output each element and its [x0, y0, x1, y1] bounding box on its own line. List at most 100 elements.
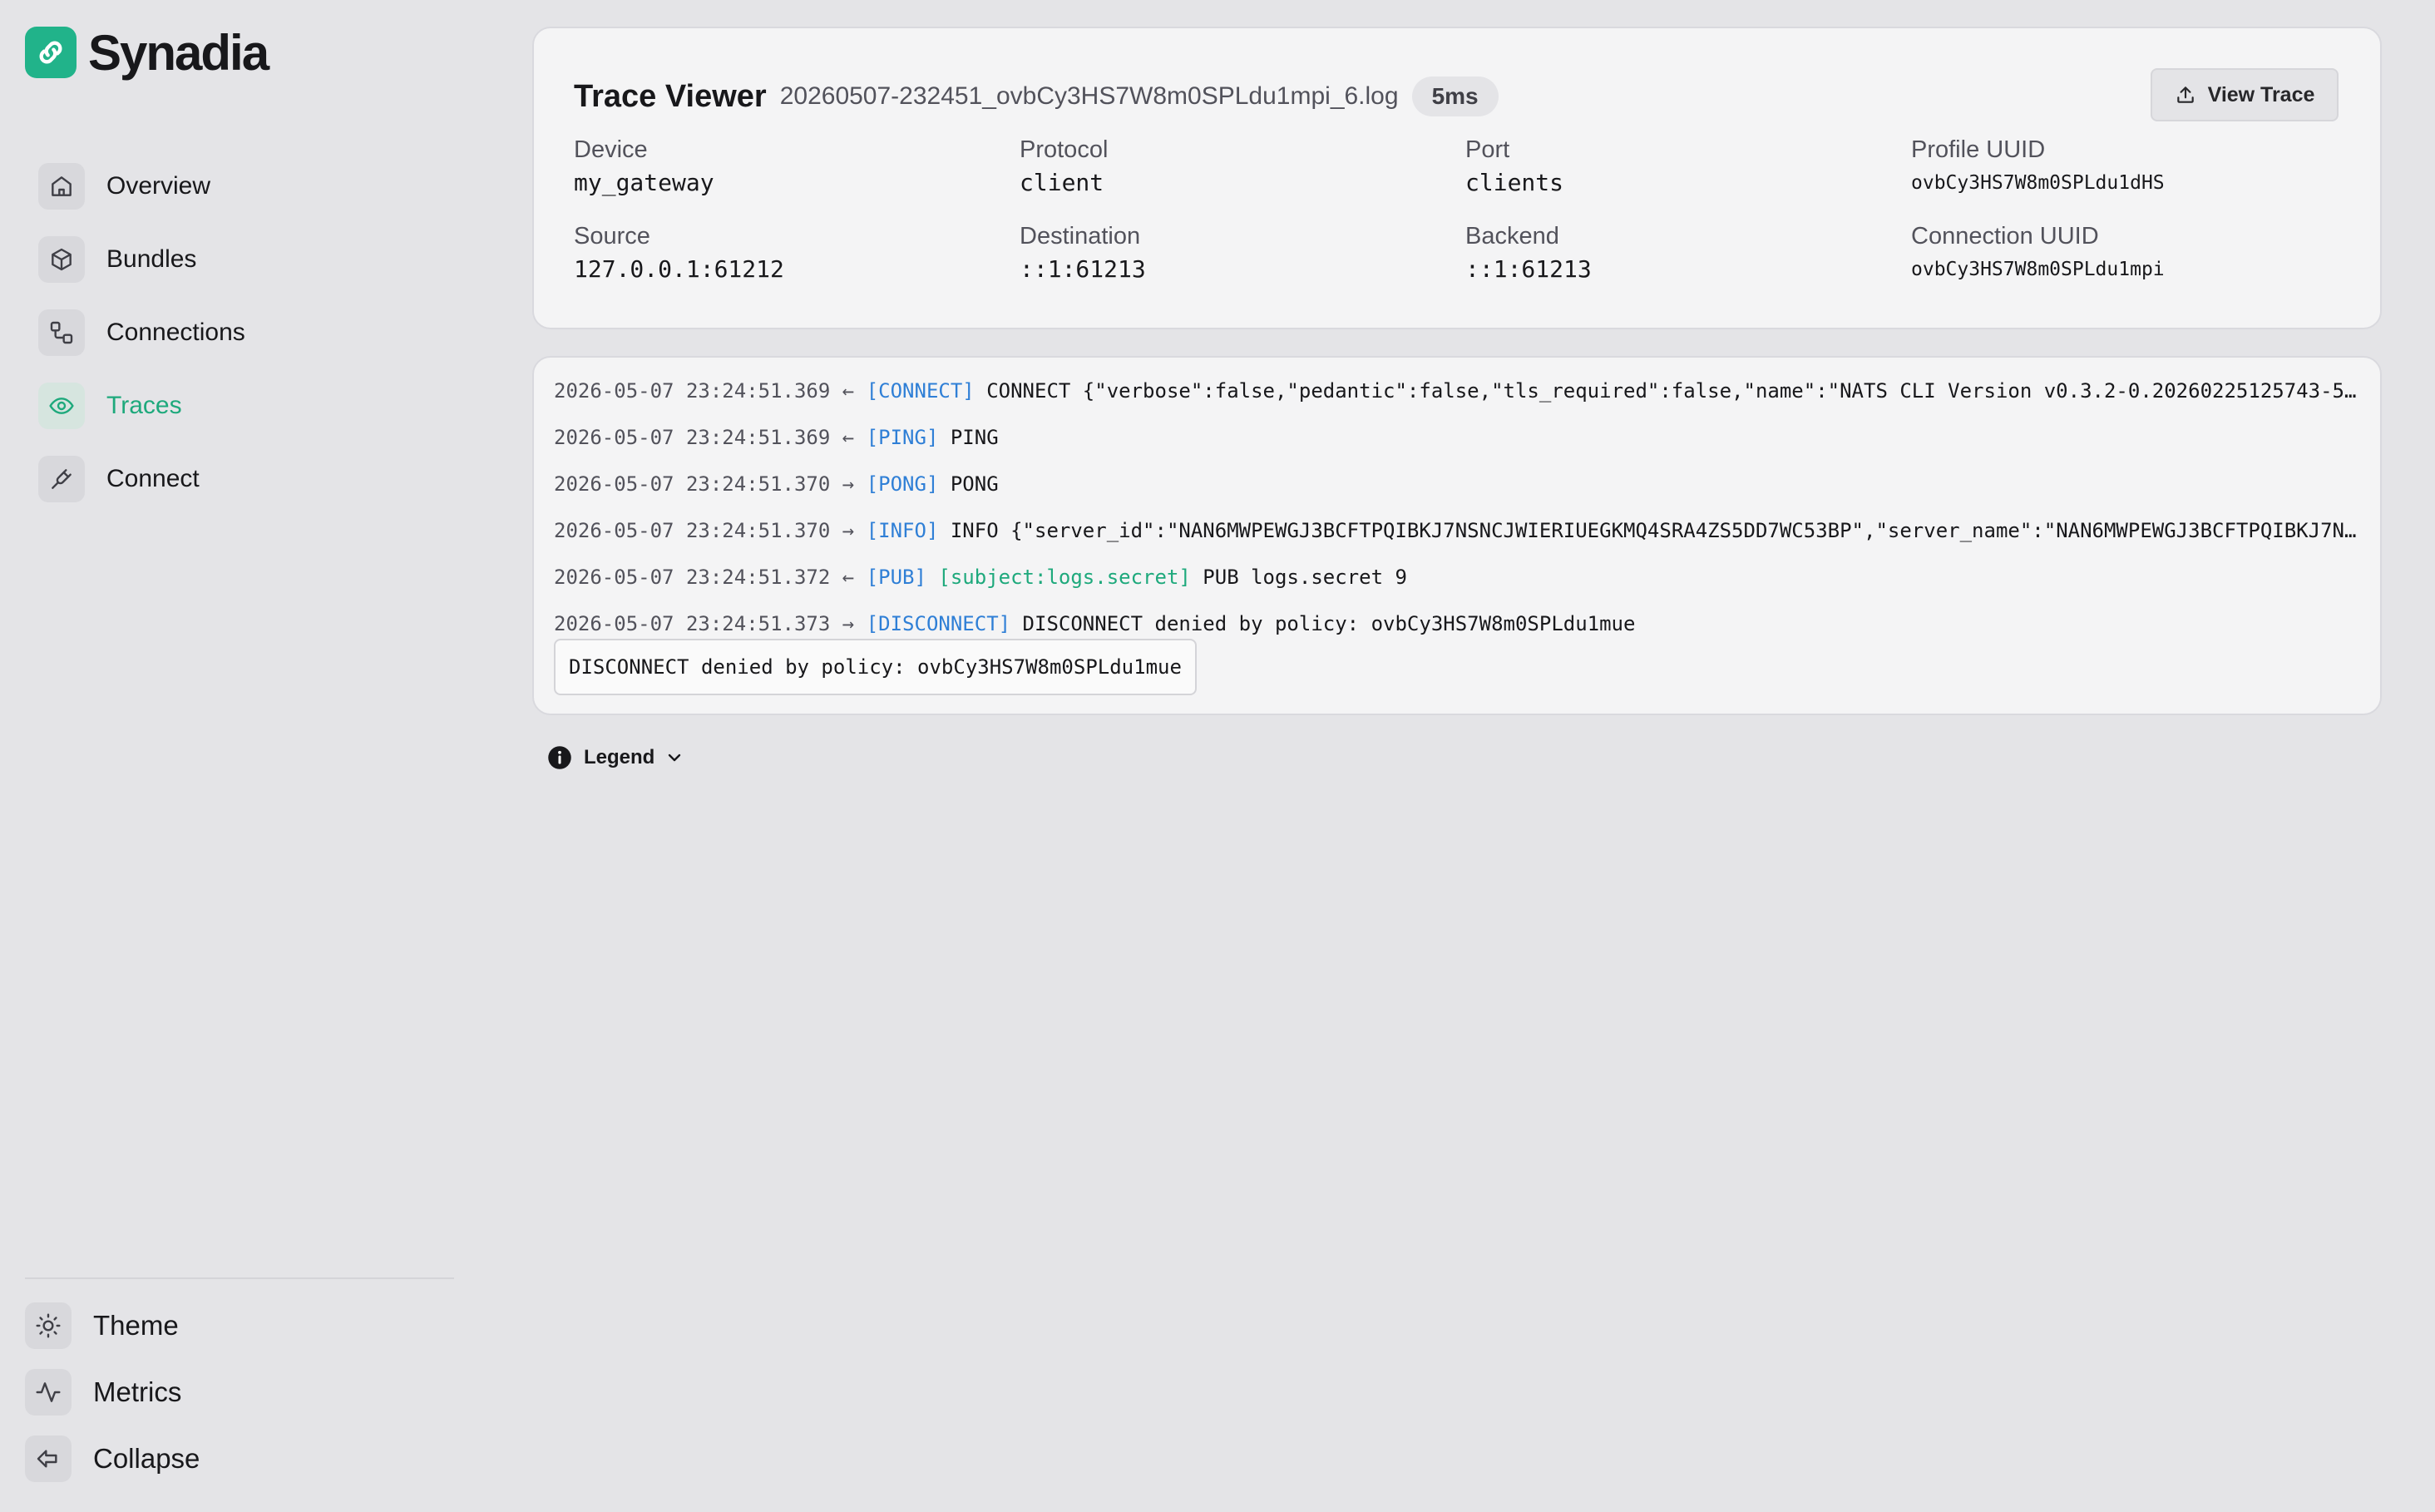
- app-root: Synadia Overview Bundles Connections Tra…: [0, 0, 2435, 1512]
- nav-item-connect[interactable]: Connect: [38, 442, 454, 516]
- meta-value: ovbCy3HS7W8m0SPLdu1dHS: [1911, 172, 2165, 194]
- log-tag: [CONNECT]: [866, 379, 975, 403]
- activity-icon: [25, 1369, 72, 1416]
- meta-value: ovbCy3HS7W8m0SPLdu1mpi: [1911, 259, 2165, 280]
- legend-label: Legend: [584, 746, 655, 768]
- eye-icon: [38, 383, 85, 429]
- connections-icon: [38, 309, 85, 356]
- log-line[interactable]: 2026-05-07 23:24:51.370 → [INFO] INFO {"…: [554, 507, 2362, 554]
- log-tag: [PONG]: [866, 472, 939, 496]
- legend-toggle[interactable]: Legend: [547, 745, 684, 770]
- meta-device: Device my_gateway: [574, 136, 714, 196]
- home-icon: [38, 163, 85, 210]
- trace-file-name: 20260507-232451_ovbCy3HS7W8m0SPLdu1mpi_6…: [779, 82, 1399, 110]
- chevron-down-icon: [669, 754, 681, 762]
- log-timestamp: 2026-05-07 23:24:51.370: [554, 519, 831, 542]
- meta-destination: Destination ::1:61213: [1020, 223, 1146, 283]
- meta-label: Source: [574, 223, 650, 250]
- trace-log-card: 2026-05-07 23:24:51.369 ← [CONNECT] CONN…: [532, 356, 2382, 715]
- meta-label: Connection UUID: [1911, 223, 2099, 250]
- info-icon: [548, 746, 571, 769]
- trace-title-row: Trace Viewer 20260507-232451_ovbCy3HS7W8…: [574, 77, 1499, 116]
- metrics-button[interactable]: Metrics: [25, 1359, 454, 1426]
- meta-profile-uuid: Profile UUID ovbCy3HS7W8m0SPLdu1dHS: [1911, 136, 2165, 194]
- log-timestamp: 2026-05-07 23:24:51.370: [554, 472, 831, 496]
- log-message: PING: [950, 426, 999, 449]
- nav-label: Overview: [106, 172, 211, 200]
- log-line[interactable]: 2026-05-07 23:24:51.370 → [PONG] PONG: [554, 461, 2362, 507]
- direction-icon: →: [842, 472, 855, 496]
- nav-item-overview[interactable]: Overview: [38, 150, 454, 223]
- log-timestamp: 2026-05-07 23:24:51.373: [554, 612, 831, 635]
- meta-backend: Backend ::1:61213: [1465, 223, 1592, 283]
- package-icon: [38, 236, 85, 283]
- log-tag: [INFO]: [866, 519, 939, 542]
- view-trace-button[interactable]: View Trace: [2151, 68, 2339, 121]
- meta-label: Backend: [1465, 223, 1559, 250]
- meta-label: Destination: [1020, 223, 1141, 250]
- nav-label: Traces: [106, 392, 182, 419]
- theme-label: Theme: [93, 1310, 179, 1341]
- meta-value: clients: [1465, 169, 1564, 196]
- collapse-icon: [25, 1435, 72, 1482]
- meta-value: client: [1020, 169, 1104, 196]
- collapse-label: Collapse: [93, 1443, 200, 1474]
- nav-label: Connections: [106, 319, 245, 346]
- sidebar-footer: Theme Metrics Collapse: [25, 1277, 454, 1492]
- log-tag: [PING]: [866, 426, 939, 449]
- log-line[interactable]: 2026-05-07 23:24:51.369 ← [CONNECT] CONN…: [554, 368, 2362, 414]
- brand[interactable]: Synadia: [25, 24, 269, 81]
- log-line[interactable]: 2026-05-07 23:24:51.369 ← [PING] PING: [554, 414, 2362, 461]
- log-message: CONNECT {"verbose":false,"pedantic":fals…: [986, 379, 2357, 403]
- nav-item-traces[interactable]: Traces: [38, 369, 454, 442]
- metrics-label: Metrics: [93, 1376, 182, 1407]
- log-message: DISCONNECT denied by policy: ovbCy3HS7W8…: [1022, 612, 1636, 635]
- direction-icon: →: [842, 519, 855, 542]
- brand-name: Synadia: [88, 24, 269, 81]
- log-message: PONG: [950, 472, 999, 496]
- log-timestamp: 2026-05-07 23:24:51.369: [554, 426, 831, 449]
- meta-source: Source 127.0.0.1:61212: [574, 223, 784, 283]
- upload-icon: [2176, 86, 2194, 103]
- plug-icon: [38, 456, 85, 502]
- log-subject: [subject:logs.secret]: [938, 566, 1191, 589]
- trace-header-card: Trace Viewer 20260507-232451_ovbCy3HS7W8…: [532, 27, 2382, 329]
- nav-label: Bundles: [106, 245, 197, 273]
- meta-label: Port: [1465, 136, 1510, 163]
- log-line[interactable]: 2026-05-07 23:24:51.372 ← [PUB] [subject…: [554, 554, 2362, 600]
- meta-connection-uuid: Connection UUID ovbCy3HS7W8m0SPLdu1mpi: [1911, 223, 2165, 280]
- log-message: INFO {"server_id":"NAN6MWPEWGJ3BCFTPQIBK…: [950, 519, 2357, 542]
- log-timestamp: 2026-05-07 23:24:51.369: [554, 379, 831, 403]
- meta-value: 127.0.0.1:61212: [574, 255, 784, 283]
- synadia-logo-icon: [25, 27, 77, 78]
- meta-value: my_gateway: [574, 169, 714, 196]
- log-timestamp: 2026-05-07 23:24:51.372: [554, 566, 831, 589]
- sidebar: Synadia Overview Bundles Connections Tra…: [0, 0, 482, 1512]
- collapse-button[interactable]: Collapse: [25, 1426, 454, 1492]
- meta-label: Protocol: [1020, 136, 1109, 163]
- nav-item-connections[interactable]: Connections: [38, 296, 454, 369]
- direction-icon: →: [842, 612, 855, 635]
- meta-protocol: Protocol client: [1020, 136, 1108, 196]
- direction-icon: ←: [842, 426, 855, 449]
- nav-label: Connect: [106, 465, 200, 492]
- log-tag: [PUB]: [866, 566, 926, 589]
- direction-icon: ←: [842, 566, 855, 589]
- meta-label: Device: [574, 136, 648, 163]
- meta-value: ::1:61213: [1465, 255, 1592, 283]
- theme-button[interactable]: Theme: [25, 1292, 454, 1359]
- sun-icon: [25, 1302, 72, 1349]
- meta-port: Port clients: [1465, 136, 1563, 196]
- duration-badge: 5ms: [1411, 77, 1499, 116]
- meta-label: Profile UUID: [1911, 136, 2046, 163]
- page-title: Trace Viewer: [574, 78, 767, 114]
- log-message: PUB logs.secret 9: [1203, 566, 1407, 589]
- meta-value: ::1:61213: [1020, 255, 1146, 283]
- main-nav: Overview Bundles Connections Traces Conn…: [38, 150, 454, 516]
- log-detail-box: DISCONNECT denied by policy: ovbCy3HS7W8…: [554, 639, 1197, 695]
- log-lines: 2026-05-07 23:24:51.369 ← [CONNECT] CONN…: [554, 368, 2362, 647]
- direction-icon: ←: [842, 379, 855, 403]
- log-tag: [DISCONNECT]: [866, 612, 1011, 635]
- view-trace-label: View Trace: [2207, 82, 2315, 106]
- nav-item-bundles[interactable]: Bundles: [38, 223, 454, 296]
